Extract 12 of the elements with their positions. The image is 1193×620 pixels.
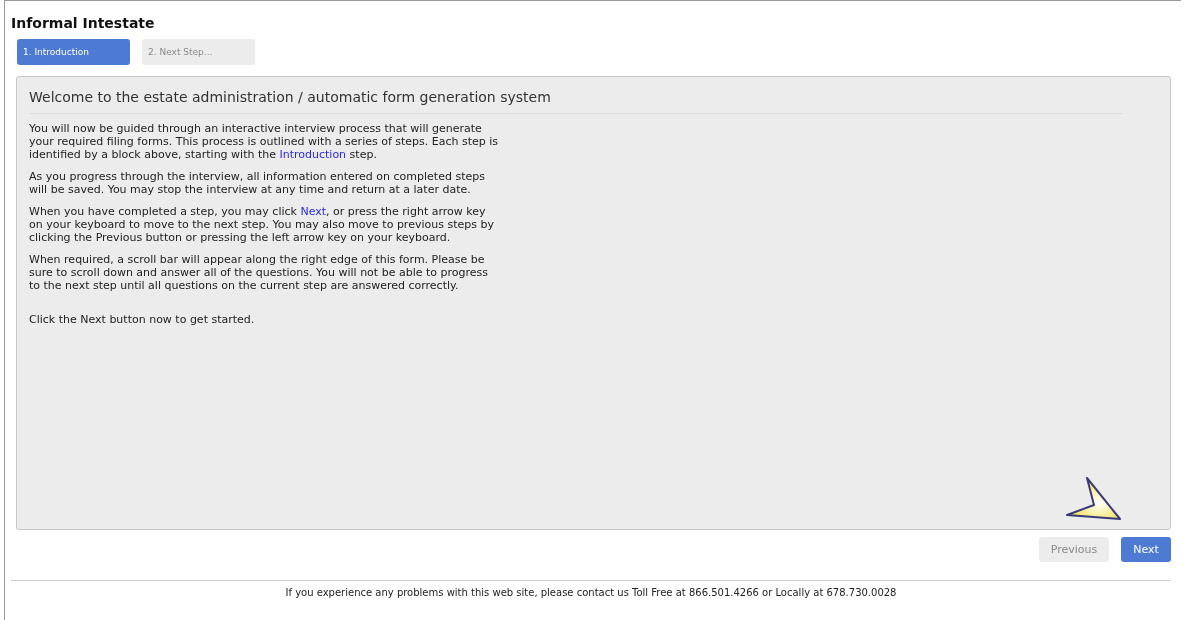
paragraph: When required, a scroll bar will appear along the right edge of this form. Please be sure to scroll down and answer all of the questions. You will not be able to progress to the next step until all questions on the current step are answered correctly. [29,253,489,292]
footer-text: If you experience any problems with this web site, please contact us Toll Free at 866.501.4266 or Locally at 678.730.0028 [11,580,1171,598]
paragraph: You will now be guided through an interactive interview process that will generate your required filing forms. This process is outlined with a series of steps. Each step is identified by a block above, starting with the Introduction step. [29,122,499,161]
paragraph: As you progress through the interview, all information entered on completed steps will be saved. You may stop the interview at any time and return at a later date. [29,170,486,196]
next-button[interactable]: Next [1121,537,1171,562]
step-tab[interactable]: 2. Next Step... [142,39,255,65]
text-link[interactable]: Introduction [279,148,347,161]
paragraph: When you have completed a step, you may click Next, or press the right arrow key on your keyboard to move to the next step. You may also move to previous steps by clicking the Previous button or pressing the left arrow key on your keyboard. [29,205,495,244]
panel-heading: Welcome to the estate administration / automatic form generation system [29,77,1123,114]
step-tab[interactable]: 1. Introduction [17,39,130,65]
page-title: Informal Intestate [11,15,156,31]
paragraph: Click the Next button now to get started. [29,313,256,326]
